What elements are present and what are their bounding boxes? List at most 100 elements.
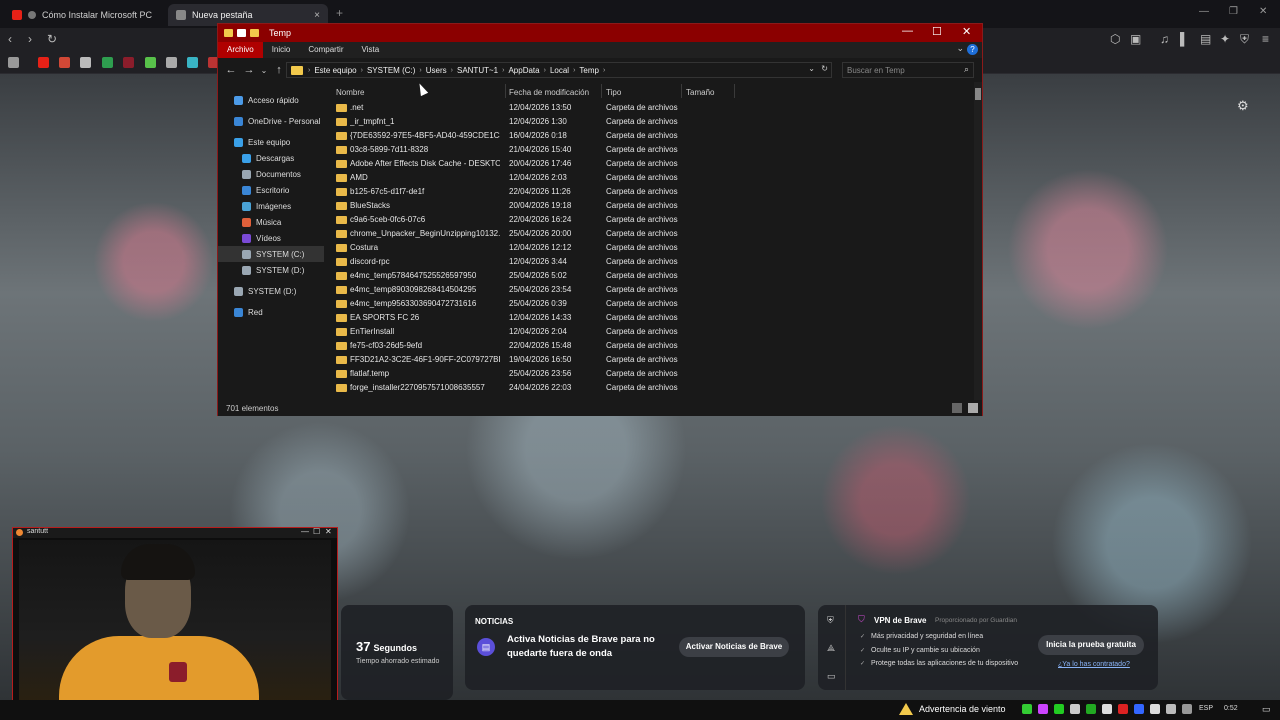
- new-folder-icon[interactable]: [250, 29, 259, 37]
- minimize-icon[interactable]: —: [301, 527, 309, 536]
- file-row[interactable]: EnTierInstall 12/04/2026 2:04 Carpeta de a…: [324, 325, 974, 339]
- nav-downloads[interactable]: Descargas: [218, 150, 324, 166]
- file-row[interactable]: FF3D21A2-3C2E-46F1-90FF-2C079727BE85 19/0…: [324, 353, 974, 367]
- column-divider[interactable]: [681, 84, 682, 98]
- file-row[interactable]: _ir_tmpfnt_1 12/04/2026 1:30 Carpeta de ar…: [324, 115, 974, 129]
- file-row[interactable]: fe75-cf03-26d5-9efd 22/04/2026 15:48 Carpe…: [324, 339, 974, 353]
- tab-inicio[interactable]: Inicio: [263, 42, 300, 58]
- youtube-icon[interactable]: [38, 57, 49, 68]
- chevron-down-icon[interactable]: ⌄: [956, 43, 964, 54]
- back-arrow-icon[interactable]: ←: [222, 64, 240, 76]
- nav-drive-d-root[interactable]: SYSTEM (D:): [218, 283, 324, 299]
- nav-desktop[interactable]: Escritorio: [218, 182, 324, 198]
- extensions-icon[interactable]: ⬡: [1110, 32, 1120, 46]
- chevron-down-icon[interactable]: ⌄: [808, 64, 815, 73]
- file-row[interactable]: .net 12/04/2026 13:50 Carpeta de archivos: [324, 101, 974, 115]
- nav-drive-c[interactable]: SYSTEM (C:): [218, 246, 324, 262]
- search-input[interactable]: Buscar en Temp ⌕: [842, 62, 974, 78]
- large-icons-view-icon[interactable]: [968, 403, 978, 413]
- microphone-icon[interactable]: [1102, 704, 1112, 714]
- weather-widget[interactable]: Advertencia de viento: [899, 703, 1006, 715]
- nav-onedrive[interactable]: OneDrive - Personal: [218, 113, 324, 129]
- scrollbar-thumb[interactable]: [975, 88, 981, 100]
- battery-icon[interactable]: [1182, 704, 1192, 714]
- file-row[interactable]: Adobe After Effects Disk Cache - DESKTO.…: [324, 157, 974, 171]
- gmail-icon[interactable]: [59, 57, 70, 68]
- breadcrumb-item[interactable]: Este equipo: [314, 66, 356, 75]
- help-icon[interactable]: ?: [967, 44, 978, 55]
- bookmark-icon[interactable]: [187, 57, 198, 68]
- bookmark-icon[interactable]: [123, 57, 134, 68]
- close-icon[interactable]: ✕: [325, 527, 332, 536]
- customize-gear-icon[interactable]: ⚙: [1237, 98, 1249, 114]
- close-icon[interactable]: ✕: [1259, 6, 1267, 17]
- nav-videos[interactable]: Vídeos: [218, 230, 324, 246]
- nav-drive-d[interactable]: SYSTEM (D:): [218, 262, 324, 278]
- music-icon[interactable]: ♫: [1160, 32, 1169, 46]
- bluetooth-icon[interactable]: [1134, 704, 1144, 714]
- column-divider[interactable]: [734, 84, 735, 98]
- tab-vista[interactable]: Vista: [353, 42, 389, 58]
- column-header-date[interactable]: Fecha de modificación: [509, 88, 589, 97]
- file-row[interactable]: 03c8-5899-7d11-8328 21/04/2026 15:40 Carpe…: [324, 143, 974, 157]
- file-row[interactable]: {7DE63592-97E5-4BF5-AD40-459CDE1C38... 16…: [324, 129, 974, 143]
- maximize-icon[interactable]: ☐: [313, 527, 320, 536]
- clock[interactable]: 0:52: [1224, 705, 1238, 712]
- tray-app-icon[interactable]: [1022, 704, 1032, 714]
- tab-archivo[interactable]: Archivo: [218, 42, 263, 58]
- tray-app-icon[interactable]: [1086, 704, 1096, 714]
- file-row[interactable]: EA SPORTS FC 26 12/04/2026 14:33 Carpeta d…: [324, 311, 974, 325]
- nav-quick-access[interactable]: Acceso rápido: [218, 92, 324, 108]
- tab-youtube[interactable]: Cómo Instalar Microsoft PC Mana: [4, 4, 162, 26]
- language-indicator[interactable]: ESP: [1199, 705, 1213, 712]
- address-bar[interactable]: › Este equipo › SYSTEM (C:) › Users › SA…: [286, 62, 832, 78]
- maximize-icon[interactable]: ☐: [932, 25, 942, 38]
- file-row[interactable]: b125-67c5-d1f7-de1f 22/04/2026 11:26 Carpe…: [324, 185, 974, 199]
- apps-icon[interactable]: [8, 57, 19, 68]
- file-row[interactable]: c9a6-5ceb-0fc6-07c6 22/04/2026 16:24 Carpe…: [324, 213, 974, 227]
- column-divider[interactable]: [601, 84, 602, 98]
- shield-icon[interactable]: ⛨: [1240, 32, 1249, 47]
- breadcrumb-item[interactable]: AppData: [508, 66, 539, 75]
- new-tab-button[interactable]: +: [336, 6, 343, 20]
- nav-documents[interactable]: Documentos: [218, 166, 324, 182]
- already-subscribed-link[interactable]: ¿Ya lo has contratado?: [1058, 661, 1130, 668]
- nav-music[interactable]: Música: [218, 214, 324, 230]
- breadcrumb-item[interactable]: Temp: [579, 66, 599, 75]
- file-row[interactable]: AMD 12/04/2026 2:03 Carpeta de archivos: [324, 171, 974, 185]
- start-trial-button[interactable]: Inicia la prueba gratuita: [1038, 635, 1144, 655]
- file-row[interactable]: flatlaf.temp 25/04/2026 23:56 Carpeta de a…: [324, 367, 974, 381]
- reload-icon[interactable]: ↻: [47, 32, 57, 46]
- vertical-scrollbar[interactable]: [974, 82, 982, 400]
- minimize-icon[interactable]: —: [902, 25, 913, 37]
- tray-app-icon[interactable]: [1118, 704, 1128, 714]
- breadcrumb-item[interactable]: SYSTEM (C:): [367, 66, 415, 75]
- column-header-name[interactable]: Nombre: [336, 88, 364, 97]
- forward-icon[interactable]: ›: [28, 32, 32, 46]
- file-row[interactable]: discord-rpc 12/04/2026 3:44 Carpeta de arc…: [324, 255, 974, 269]
- screenshot-icon[interactable]: ▣: [1130, 32, 1141, 46]
- breadcrumb-item[interactable]: Users: [426, 66, 447, 75]
- leo-icon[interactable]: ✦: [1220, 32, 1230, 46]
- network-icon[interactable]: [1166, 704, 1176, 714]
- forward-arrow-icon[interactable]: →: [240, 64, 258, 76]
- column-header-type[interactable]: Tipo: [606, 88, 621, 97]
- bookmark-icon[interactable]: [145, 57, 156, 68]
- whatsapp-icon[interactable]: [1054, 704, 1064, 714]
- file-row[interactable]: e4mc_temp5784647525526597950 25/04/2026 5…: [324, 269, 974, 283]
- tray-app-icon[interactable]: [1038, 704, 1048, 714]
- minimize-icon[interactable]: —: [1199, 6, 1209, 17]
- file-row[interactable]: Costura 12/04/2026 12:12 Carpeta de archiv…: [324, 241, 974, 255]
- file-row[interactable]: BlueStacks 20/04/2026 19:18 Carpeta de arc…: [324, 199, 974, 213]
- breadcrumb-item[interactable]: SANTUT~1: [457, 66, 498, 75]
- recent-chevron-icon[interactable]: ⌄: [258, 66, 270, 75]
- details-view-icon[interactable]: [952, 403, 962, 413]
- enable-news-button[interactable]: Activar Noticias de Brave: [679, 637, 789, 657]
- file-row[interactable]: forge_installer2270957571008635557 24/04/…: [324, 381, 974, 395]
- nav-network[interactable]: Red: [218, 304, 324, 320]
- bookmark-icon[interactable]: [166, 57, 177, 68]
- file-row[interactable]: e4mc_temp9563303690472731616 25/04/2026 0…: [324, 297, 974, 311]
- nav-this-pc[interactable]: Este equipo: [218, 134, 324, 150]
- vpn-icon[interactable]: ⟁: [827, 643, 835, 654]
- restore-icon[interactable]: ❐: [1229, 6, 1238, 17]
